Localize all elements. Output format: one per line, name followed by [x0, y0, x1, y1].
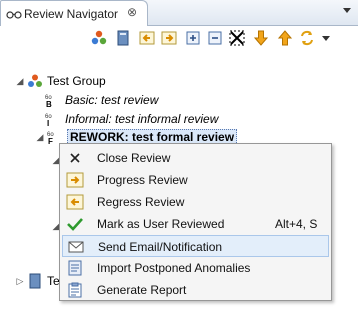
expand-all-icon[interactable] — [184, 29, 202, 47]
review-label: Informal: test informal review — [65, 112, 219, 126]
view-menu-icon[interactable] — [342, 7, 352, 15]
forward-icon[interactable] — [160, 29, 178, 47]
tree-item-basic-review[interactable]: 6o B Basic: test review — [44, 91, 158, 109]
menu-item-label: Close Review — [97, 151, 171, 165]
menu-item-regress-review[interactable]: Regress Review — [62, 191, 329, 213]
email-icon — [68, 241, 84, 253]
expand-twisty-icon[interactable]: ◢ — [34, 131, 46, 143]
regress-icon — [66, 194, 84, 210]
move-down-icon[interactable] — [252, 29, 270, 47]
informal-review-icon: 6o I — [45, 114, 52, 127]
menu-item-label: Mark as User Reviewed — [97, 217, 225, 231]
menu-item-label: Generate Report — [97, 283, 187, 297]
refresh-icon[interactable] — [298, 29, 316, 47]
view-tab-bar: Review Navigator ⊗ — [0, 0, 358, 26]
menu-item-label: Send Email/Notification — [98, 240, 223, 254]
toolbar-menu-icon[interactable] — [320, 29, 332, 47]
tree-item-informal-review[interactable]: 6o I Informal: test informal review — [44, 110, 218, 128]
review-group-icon — [29, 273, 41, 289]
menu-item-close-review[interactable]: Close Review — [62, 147, 329, 169]
tree-item-truncated[interactable]: ▷ Te — [14, 272, 60, 290]
filter-icon[interactable] — [228, 29, 246, 47]
menu-item-progress-review[interactable]: Progress Review — [62, 169, 329, 191]
checkmark-icon — [67, 218, 83, 231]
context-menu: Close Review Progress Review Regress Rev… — [59, 143, 332, 301]
expand-twisty-icon[interactable]: ◢ — [14, 75, 26, 87]
menu-item-import-postponed[interactable]: Import Postponed Anomalies — [62, 257, 329, 279]
review-navigator-tab[interactable]: Review Navigator ⊗ — [0, 0, 148, 26]
svg-text:F: F — [48, 137, 53, 145]
view-title: Review Navigator — [24, 7, 119, 21]
collapse-twisty-icon[interactable]: ▷ — [14, 275, 26, 287]
group-label: Test Group — [47, 74, 106, 88]
view-toolbar — [0, 26, 358, 50]
svg-text:B: B — [46, 100, 52, 108]
report-icon — [68, 282, 82, 298]
svg-text:I: I — [47, 119, 49, 127]
menu-item-generate-report[interactable]: Generate Report — [62, 279, 329, 301]
menu-item-mark-user-reviewed[interactable]: Mark as User Reviewed Alt+4, S — [62, 213, 329, 235]
new-review-group-icon[interactable] — [90, 29, 108, 47]
review-group-icon — [28, 74, 42, 87]
close-view-icon[interactable]: ⊗ — [127, 5, 137, 19]
truncated-label: Te — [47, 274, 60, 288]
menu-item-shortcut: Alt+4, S — [275, 217, 318, 231]
tree-item-test-group[interactable]: ◢ Test Group — [14, 72, 106, 90]
menu-item-send-email[interactable]: Send Email/Notification — [62, 235, 329, 257]
progress-icon — [66, 172, 84, 188]
back-icon[interactable] — [138, 29, 156, 47]
review-label: Basic: test review — [65, 93, 159, 107]
close-x-icon — [70, 153, 80, 163]
basic-review-icon: 6o B — [45, 95, 52, 108]
move-up-icon[interactable] — [276, 29, 294, 47]
menu-item-label: Regress Review — [97, 195, 185, 209]
collapse-all-icon[interactable] — [206, 29, 224, 47]
menu-item-label: Progress Review — [97, 173, 188, 187]
new-review-icon[interactable] — [114, 29, 132, 47]
glasses-icon — [6, 11, 22, 19]
menu-item-label: Import Postponed Anomalies — [97, 261, 251, 275]
import-icon — [68, 260, 82, 276]
